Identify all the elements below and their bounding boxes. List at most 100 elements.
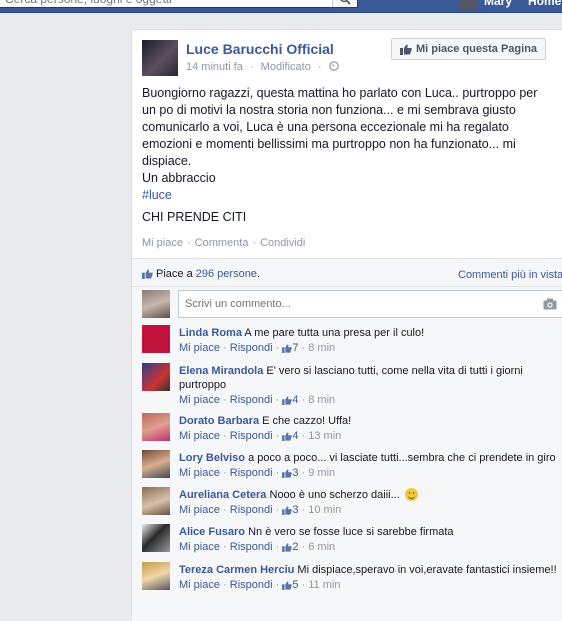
sort-label: Commenti più in vista [458, 269, 562, 281]
comment-reply-link[interactable]: Rispondi [230, 394, 273, 406]
commenter-avatar[interactable] [142, 413, 170, 441]
post-comment-link[interactable]: Commenta [195, 237, 249, 249]
comment-like-count[interactable]: 7 [292, 342, 298, 354]
comment-meta: Mi piace · Rispondi · 3 · 10 min [179, 504, 342, 516]
comment-meta: Mi piace · Rispondi · 4 · 8 min [179, 394, 336, 406]
thumbs-up-icon [282, 543, 293, 552]
comment-time[interactable]: 8 min [308, 394, 335, 406]
commenter-avatar[interactable] [142, 524, 170, 552]
post-modified[interactable]: Modificato [261, 61, 311, 73]
commenter-name-link[interactable]: Linda Roma [179, 327, 242, 339]
comment-reply-link[interactable]: Rispondi [230, 467, 273, 479]
commenter-name-link[interactable]: Tereza Carmen Herciu [179, 564, 294, 576]
commenter-name-link[interactable]: Alice Fusaro [179, 526, 245, 538]
post-actions: Mi piace · Commenta · Condividi [142, 237, 306, 249]
commenter-avatar[interactable] [142, 562, 170, 590]
current-user-avatar[interactable] [142, 290, 170, 318]
post-line: dispiace. [142, 154, 192, 168]
thumbs-up-icon [282, 432, 293, 441]
comment-meta: Mi piace · Rispondi · 5 · 11 min [179, 579, 341, 591]
likes-suffix: . [256, 268, 260, 280]
commenter-name-link[interactable]: Lory Belviso [179, 452, 245, 464]
post-line: emozioni e momenti bellissimi ma purtrop… [142, 137, 516, 151]
comment-meta: Mi piace · Rispondi · 4 · 13 min [179, 430, 342, 442]
commenter-name-link[interactable]: Dorato Barbara [179, 415, 259, 427]
camera-icon[interactable] [543, 298, 557, 310]
commenter-name-link[interactable]: Elena Mirandola [179, 365, 263, 377]
comment-like-link[interactable]: Mi piace [179, 342, 220, 354]
top-bar: Mary Home [0, 0, 562, 13]
post-cta: CHI PRENDE CITI [142, 210, 247, 224]
comment-reply-link[interactable]: Rispondi [230, 342, 273, 354]
post-line: Un abbraccio [142, 171, 216, 185]
comment-like-count[interactable]: 4 [292, 394, 298, 406]
comment-time[interactable]: 9 min [308, 467, 335, 479]
comment-like-count[interactable]: 5 [292, 579, 298, 591]
commenter-avatar[interactable] [142, 325, 170, 353]
comment-time[interactable]: 8 min [308, 342, 335, 354]
post-line: comunicarlo a voi, Luca è una persona ec… [142, 120, 509, 134]
globe-icon[interactable] [328, 61, 339, 71]
comment-like-link[interactable]: Mi piace [179, 504, 220, 516]
comment-reply-link[interactable]: Rispondi [230, 504, 273, 516]
page-name-link[interactable]: Luce Barucchi Official [186, 41, 334, 57]
search-icon [340, 0, 351, 5]
comment-text: Mi dispiace,speravo in voi,eravate fanta… [297, 564, 557, 576]
comment-sort-dropdown[interactable]: Commenti più in vista ▾ [458, 268, 562, 281]
comment-time[interactable]: 6 min [308, 541, 335, 553]
comment-like-count[interactable]: 3 [292, 504, 298, 516]
comment-like-link[interactable]: Mi piace [179, 541, 220, 553]
comment-time[interactable]: 11 min [308, 579, 340, 591]
page-avatar[interactable] [142, 40, 178, 76]
likes-prefix: Piace a [156, 268, 193, 280]
comment-like-link[interactable]: Mi piace [179, 430, 220, 442]
comment-like-link[interactable]: Mi piace [179, 579, 220, 591]
home-link[interactable]: Home [528, 0, 561, 8]
search-input[interactable] [0, 0, 331, 7]
likes-summary: Piace a 296 persone. [142, 268, 260, 280]
comment-time[interactable]: 13 min [308, 430, 341, 442]
thumbs-up-icon [142, 269, 153, 279]
search-button[interactable] [332, 0, 357, 7]
comment-time[interactable]: 10 min [308, 504, 341, 516]
likes-count-link[interactable]: 296 persone [196, 268, 257, 280]
comment-box[interactable] [178, 290, 562, 318]
comment-like-link[interactable]: Mi piace [179, 394, 220, 406]
post-card: Luce Barucchi Official 14 minuti fa · Mo… [131, 29, 562, 621]
comment-reply-link[interactable]: Rispondi [230, 430, 273, 442]
comment-text: Nooo è uno scherzo daiii... [269, 489, 400, 501]
comment-text: E che cazzo! Uffa! [262, 415, 352, 427]
commenter-avatar[interactable] [142, 450, 170, 478]
comment-like-count[interactable]: 2 [292, 541, 298, 553]
comment-input[interactable] [179, 291, 531, 317]
commenter-name-link[interactable]: Aureliana Cetera [179, 489, 266, 501]
thumbs-up-icon [282, 581, 293, 590]
commenter-avatar[interactable] [142, 487, 170, 515]
post-text: Buongiorno ragazzi, questa mattina ho pa… [142, 85, 552, 204]
comments-section: Piace a 296 persone. Commenti più in vis… [132, 258, 562, 621]
commenter-avatar[interactable] [142, 363, 170, 391]
comment-meta: Mi piace · Rispondi · 7 · 8 min [179, 342, 336, 354]
post-line: un po di motivi la nostra storia non fun… [142, 103, 516, 117]
post-meta: 14 minuti fa · Modificato · [186, 61, 339, 73]
comment-like-count[interactable]: 3 [292, 467, 298, 479]
thumbs-up-icon [400, 44, 412, 55]
user-avatar[interactable] [460, 0, 478, 10]
user-name-link[interactable]: Mary [484, 0, 512, 8]
post-like-link[interactable]: Mi piace [142, 237, 183, 249]
thumbs-up-icon [282, 396, 293, 405]
thumbs-up-icon [282, 506, 293, 515]
divider [132, 286, 562, 287]
comment-like-count[interactable]: 4 [292, 430, 298, 442]
thumbs-up-icon [282, 469, 293, 478]
like-page-label: Mi piace questa Pagina [416, 43, 538, 55]
like-page-button[interactable]: Mi piace questa Pagina [391, 38, 546, 60]
post-line: Buongiorno ragazzi, questa mattina ho pa… [142, 86, 538, 100]
comment-reply-link[interactable]: Rispondi [230, 579, 273, 591]
post-time[interactable]: 14 minuti fa [186, 61, 243, 73]
comment-reply-link[interactable]: Rispondi [230, 541, 273, 553]
comment-like-link[interactable]: Mi piace [179, 467, 220, 479]
search-box[interactable] [0, 0, 358, 8]
hashtag-link[interactable]: #luce [142, 187, 552, 204]
post-share-link[interactable]: Condividi [260, 237, 305, 249]
